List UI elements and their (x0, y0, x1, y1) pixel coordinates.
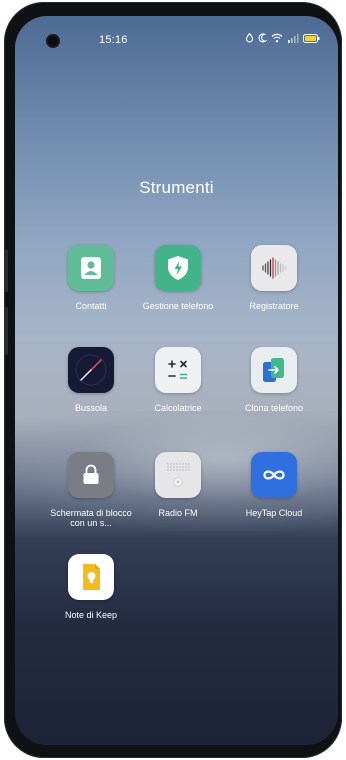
app-gestione-telefono[interactable]: Gestione telefono (132, 245, 224, 312)
status-time: 15:16 (99, 34, 128, 46)
app-registratore[interactable]: Registratore (228, 245, 320, 312)
contacts-icon[interactable] (68, 245, 114, 291)
lock-icon[interactable] (68, 452, 114, 498)
app-clona-telefono[interactable]: Clona telefono (228, 347, 320, 414)
app-bussola[interactable]: Bussola (45, 347, 137, 414)
moon-icon (258, 33, 267, 43)
battery-icon (303, 33, 320, 43)
app-label: Schermata di blocco con un s... (50, 508, 132, 528)
app-note-di-keep[interactable]: Note di Keep (45, 554, 137, 621)
cloud-infinity-icon[interactable] (251, 452, 297, 498)
folder-title: Strumenti (139, 178, 214, 197)
app-contatti[interactable]: Contatti (45, 245, 137, 312)
phone-frame: 15:16 Strumenti Contatti Gestione telefo… (4, 2, 342, 758)
app-label: Calcolatrice (154, 403, 202, 413)
app-label: Radio FM (158, 508, 198, 518)
app-radio-fm[interactable]: Radio FM (132, 452, 224, 519)
location-icon (245, 33, 254, 43)
shield-lightning-icon[interactable] (155, 245, 201, 291)
app-label: Note di Keep (64, 610, 118, 620)
radio-icon[interactable] (155, 452, 201, 498)
home-screen: 15:16 Strumenti Contatti Gestione telefo… (15, 16, 338, 745)
app-schermata-di-blocco[interactable]: Schermata di blocco con un s... (45, 452, 137, 528)
app-label: Bussola (74, 403, 108, 413)
app-calcolatrice[interactable]: Calcolatrice (132, 347, 224, 414)
waveform-icon[interactable] (251, 245, 297, 291)
app-label: Registratore (249, 301, 299, 311)
signal-icon (287, 33, 299, 43)
app-heytap-cloud[interactable]: HeyTap Cloud (228, 452, 320, 519)
app-label: Gestione telefono (142, 301, 214, 311)
app-label: Clona telefono (244, 403, 304, 413)
power-button (4, 307, 8, 355)
status-icons (245, 33, 320, 43)
volume-button (4, 250, 8, 292)
app-label: HeyTap Cloud (245, 508, 303, 518)
keep-bulb-icon[interactable] (68, 554, 114, 600)
clone-phone-icon[interactable] (251, 347, 297, 393)
wifi-icon (271, 33, 283, 43)
app-label: Contatti (75, 301, 107, 311)
calculator-icon[interactable] (155, 347, 201, 393)
status-bar: 15:16 (15, 16, 338, 62)
front-camera (48, 36, 58, 46)
compass-icon[interactable] (68, 347, 114, 393)
